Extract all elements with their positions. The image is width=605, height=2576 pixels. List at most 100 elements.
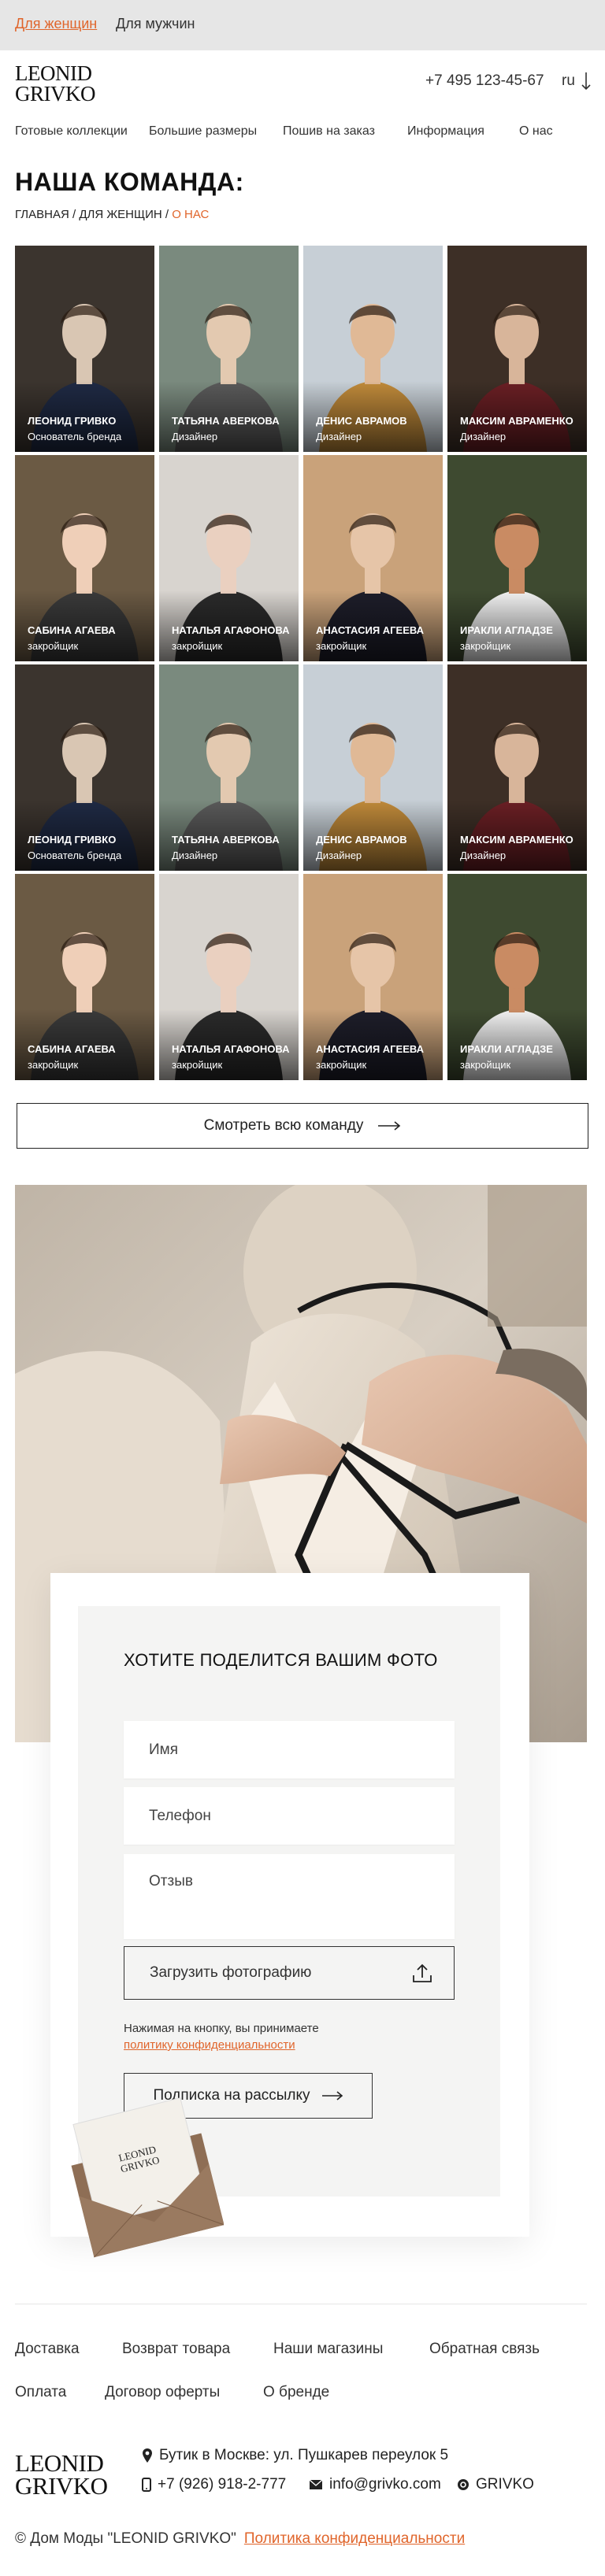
view-all-team-button[interactable]: Смотреть всю команду xyxy=(17,1103,588,1149)
footer-social[interactable]: GRIVKO xyxy=(457,2476,534,2493)
team-member-role: Дизайнер xyxy=(172,431,218,442)
upload-icon xyxy=(413,1963,432,1982)
team-member-name: ТАТЬЯНА АВЕРКОВА xyxy=(172,834,280,846)
team-card[interactable]: НАТАЛЬЯ АГАФОНОВА закройщик xyxy=(159,455,299,661)
name-field[interactable]: Имя xyxy=(124,1721,455,1778)
footer-link-stores[interactable]: Наши магазины xyxy=(273,2341,383,2358)
team-member-role: Основатель бренда xyxy=(28,849,122,861)
footer-link-delivery[interactable]: Доставка xyxy=(15,2341,80,2358)
team-member-name: ИРАКЛИ АГЛАДЗЕ xyxy=(460,624,553,636)
footer-social-text: GRIVKO xyxy=(476,2476,534,2493)
team-member-name: ДЕНИС АВРАМОВ xyxy=(316,415,407,427)
gender-switch-bar: Для женщин Для мужчин xyxy=(0,0,605,50)
team-member-role: закройщик xyxy=(316,640,367,652)
team-card[interactable]: ИРАКЛИ АГЛАДЗЕ закройщик xyxy=(447,874,587,1080)
brand-logo-line1: LEONID xyxy=(15,61,92,85)
breadcrumb-women[interactable]: ДЛЯ ЖЕНЩИН xyxy=(79,208,161,221)
language-label: ru xyxy=(562,72,575,90)
footer-privacy-link[interactable]: Политика конфиденциальности xyxy=(244,2530,465,2547)
header-phone[interactable]: +7 495 123-45-67 xyxy=(425,72,544,90)
team-card[interactable]: САБИНА АГАЕВА закройщик xyxy=(15,455,154,661)
team-card[interactable]: ТАТЬЯНА АВЕРКОВА Дизайнер xyxy=(159,664,299,871)
footer-link-payment[interactable]: Оплата xyxy=(15,2384,66,2401)
team-member-role: закройщик xyxy=(172,1059,223,1071)
breadcrumb-home[interactable]: ГЛАВНАЯ xyxy=(15,208,69,221)
team-member-role: Дизайнер xyxy=(460,431,507,442)
phone-icon xyxy=(142,2478,151,2492)
tab-women[interactable]: Для женщин xyxy=(15,16,97,32)
consent-note: Нажимая на кнопку, вы принимаете политик… xyxy=(124,2020,319,2053)
footer-link-about-brand[interactable]: О бренде xyxy=(263,2384,329,2401)
view-all-team-label: Смотреть всю команду xyxy=(203,1117,364,1134)
nav-item-plus-size[interactable]: Большие размеры xyxy=(149,124,257,139)
nav-item-info[interactable]: Информация xyxy=(407,124,484,139)
breadcrumb: ГЛАВНАЯ / ДЛЯ ЖЕНЩИН / О НАС xyxy=(15,208,210,221)
team-card[interactable]: АНАСТАСИЯ АГЕЕВА закройщик xyxy=(303,874,443,1080)
team-card[interactable]: ЛЕОНИД ГРИВКО Основатель бренда xyxy=(15,664,154,871)
language-selector[interactable]: ru xyxy=(562,71,592,91)
team-member-name: МАКСИМ АВРАМЕНКО xyxy=(460,834,573,846)
footer-link-returns[interactable]: Возврат товара xyxy=(122,2341,230,2358)
team-member-role: Основатель бренда xyxy=(28,431,122,442)
arrow-right-icon xyxy=(378,1121,401,1131)
team-member-role: Дизайнер xyxy=(172,849,218,861)
team-card[interactable]: ТАТЬЯНА АВЕРКОВА Дизайнер xyxy=(159,246,299,452)
footer-phone[interactable]: +7 (926) 918-2-777 xyxy=(142,2476,286,2493)
footer-email[interactable]: info@grivko.com xyxy=(309,2476,441,2493)
footer-address: Бутик в Москве: ул. Пушкарев переулок 5 xyxy=(142,2447,448,2464)
team-card[interactable]: МАКСИМ АВРАМЕНКО Дизайнер xyxy=(447,246,587,452)
footer-phone-text: +7 (926) 918-2-777 xyxy=(158,2476,287,2493)
team-member-role: закройщик xyxy=(28,1059,79,1071)
team-member-name: ЛЕОНИД ГРИВКО xyxy=(28,834,117,846)
team-member-name: НАТАЛЬЯ АГАФОНОВА xyxy=(172,1043,290,1055)
address-text: Бутик в Москве: ул. Пушкарев переулок 5 xyxy=(159,2447,449,2463)
footer-logo-line2: GRIVKO xyxy=(15,2472,108,2500)
brand-logo[interactable]: LEONID GRIVKO xyxy=(15,61,96,105)
team-member-name: АНАСТАСИЯ АГЕЕВА xyxy=(316,624,425,636)
privacy-policy-link[interactable]: политику конфиденциальности xyxy=(124,2037,319,2053)
team-member-name: САБИНА АГАЕВА xyxy=(28,624,116,636)
team-member-name: ДЕНИС АВРАМОВ xyxy=(316,834,407,846)
form-title: ХОТИТЕ ПОДЕЛИТСЯ ВАШИМ ФОТО xyxy=(124,1650,438,1670)
team-card[interactable]: ИРАКЛИ АГЛАДЗЕ закройщик xyxy=(447,455,587,661)
team-member-role: закройщик xyxy=(28,640,79,652)
footer-link-offer[interactable]: Договор оферты xyxy=(105,2384,220,2401)
phone-field[interactable]: Телефон xyxy=(124,1787,455,1845)
copyright: © Дом Моды "LEONID GRIVKO" Политика конфи… xyxy=(15,2530,465,2548)
breadcrumb-current: О НАС xyxy=(172,208,210,221)
team-card[interactable]: ДЕНИС АВРАМОВ Дизайнер xyxy=(303,246,443,452)
footer-link-feedback[interactable]: Обратная связь xyxy=(429,2341,540,2358)
team-member-name: АНАСТАСИЯ АГЕЕВА xyxy=(316,1043,425,1055)
review-field[interactable]: Отзыв xyxy=(124,1854,455,1939)
team-member-name: НАТАЛЬЯ АГАФОНОВА xyxy=(172,624,290,636)
team-member-name: ТАТЬЯНА АВЕРКОВА xyxy=(172,415,280,427)
brand-logo-line2: GRIVKO xyxy=(15,82,96,105)
nav-item-about[interactable]: О нас xyxy=(519,124,553,139)
arrow-right-icon xyxy=(321,2091,343,2100)
nav-item-collections[interactable]: Готовые коллекции xyxy=(15,124,128,139)
tab-men[interactable]: Для мужчин xyxy=(116,16,195,32)
team-card[interactable]: САБИНА АГАЕВА закройщик xyxy=(15,874,154,1080)
mail-icon xyxy=(309,2479,323,2489)
arrow-down-icon xyxy=(581,72,591,91)
envelope-illustration: LEONID GRIVKO xyxy=(58,2094,225,2275)
footer-brand-logo[interactable]: LEONID GRIVKO xyxy=(15,2449,108,2500)
team-card[interactable]: МАКСИМ АВРАМЕНКО Дизайнер xyxy=(447,664,587,871)
location-pin-icon xyxy=(143,2448,152,2463)
upload-photo-button[interactable]: Загрузить фотографию xyxy=(124,1946,455,2000)
team-card[interactable]: ДЕНИС АВРАМОВ Дизайнер xyxy=(303,664,443,871)
team-member-role: Дизайнер xyxy=(460,849,507,861)
team-member-name: МАКСИМ АВРАМЕНКО xyxy=(460,415,573,427)
footer-logo-line1: LEONID xyxy=(15,2449,104,2477)
team-member-name: ЛЕОНИД ГРИВКО xyxy=(28,415,117,427)
team-member-name: САБИНА АГАЕВА xyxy=(28,1043,116,1055)
team-member-role: закройщик xyxy=(316,1059,367,1071)
team-card[interactable]: ЛЕОНИД ГРИВКО Основатель бренда xyxy=(15,246,154,452)
footer-email-text: info@grivko.com xyxy=(329,2476,441,2493)
team-grid: ЛЕОНИД ГРИВКО Основатель бренда ТАТЬЯНА АВ… xyxy=(15,246,587,1080)
page-title: НАША КОМАНДА: xyxy=(15,168,244,196)
nav-item-custom-tailoring[interactable]: Пошив на заказ xyxy=(283,124,375,139)
team-card[interactable]: НАТАЛЬЯ АГАФОНОВА закройщик xyxy=(159,874,299,1080)
team-card[interactable]: АНАСТАСИЯ АГЕЕВА закройщик xyxy=(303,455,443,661)
instagram-icon xyxy=(458,2479,469,2490)
